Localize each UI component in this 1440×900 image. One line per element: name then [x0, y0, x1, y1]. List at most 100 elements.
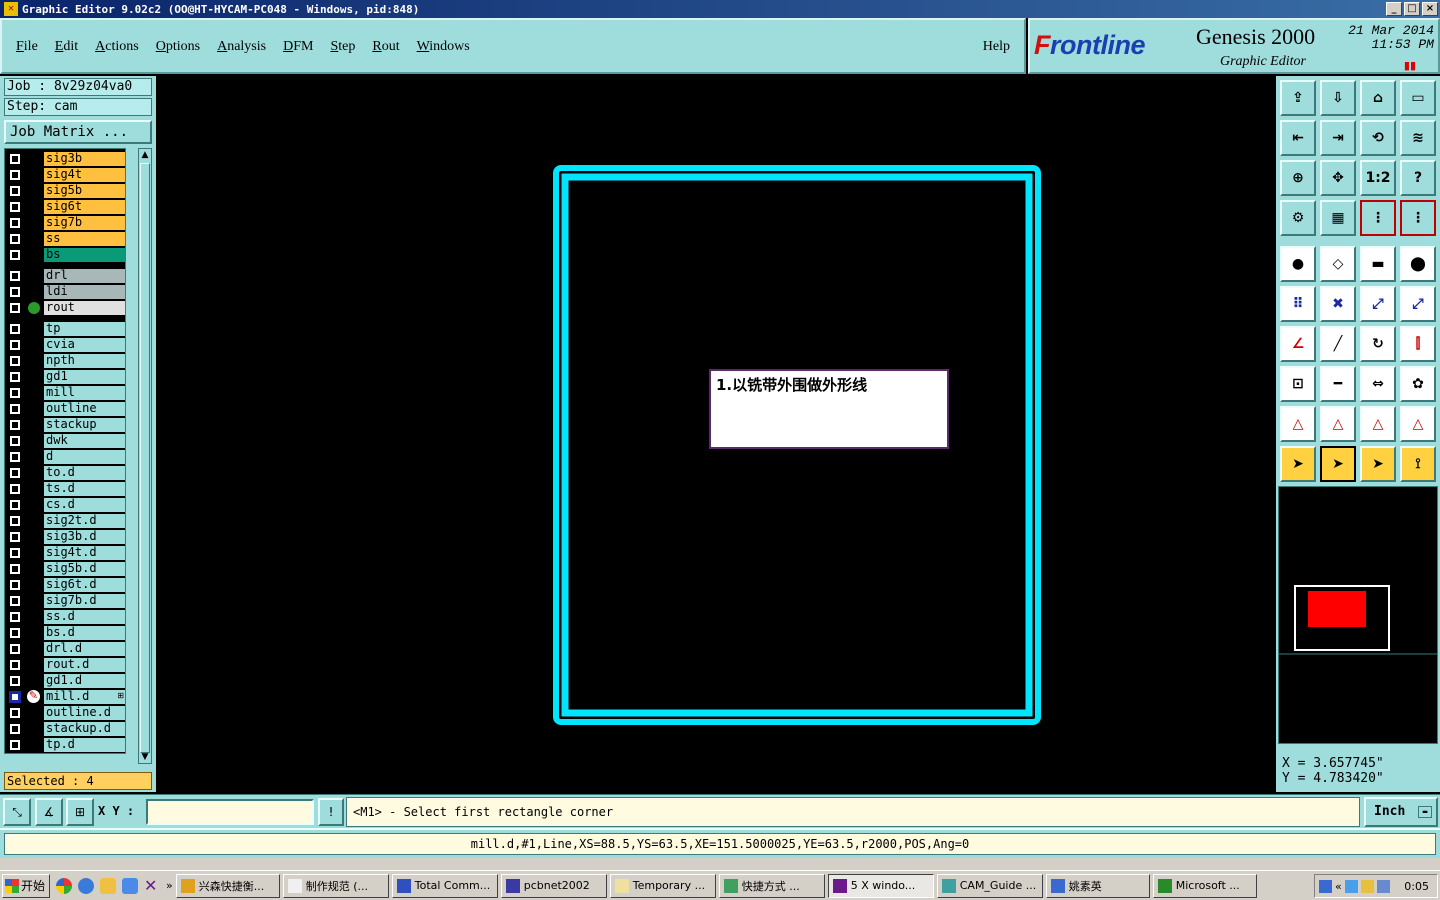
- layer-checkbox[interactable]: [10, 233, 20, 244]
- measure-icon[interactable]: ⇔: [1360, 366, 1396, 402]
- graphic-canvas[interactable]: 1.以铣带外围做外形线: [156, 76, 1276, 792]
- tray-volume-icon[interactable]: [1360, 879, 1374, 893]
- layer-checkbox[interactable]: [10, 643, 20, 654]
- snapshot-icon[interactable]: ⇪: [1280, 80, 1316, 116]
- menu-file[interactable]: File: [16, 39, 38, 55]
- layer-checkbox[interactable]: [10, 249, 20, 260]
- maximize-button[interactable]: □: [1404, 2, 1420, 16]
- select-icon[interactable]: ➤: [1280, 446, 1316, 482]
- layer-row-ts.d[interactable]: ts.d: [7, 481, 125, 496]
- layer-checkbox[interactable]: [10, 435, 20, 446]
- features-icon[interactable]: ⊡: [1280, 366, 1316, 402]
- add-point-icon[interactable]: ⤢: [1400, 286, 1436, 322]
- layer-row-mill.d[interactable]: ✎ mill.d ⊞: [7, 689, 125, 704]
- layer-row-stackup.d[interactable]: stackup.d: [7, 721, 125, 736]
- triangle-c-icon[interactable]: △: [1360, 406, 1396, 442]
- prev-icon[interactable]: ⇤: [1280, 120, 1316, 156]
- undo-zoom-icon[interactable]: ⟲: [1360, 120, 1396, 156]
- mirror-icon[interactable]: ⫿: [1400, 326, 1436, 362]
- layer-checkbox[interactable]: [10, 675, 20, 686]
- layer-row-ss.d[interactable]: ss.d: [7, 609, 125, 624]
- clock-icon[interactable]: [100, 877, 116, 894]
- grid-snap-icon[interactable]: ⊞: [66, 798, 94, 826]
- pause-icon[interactable]: ▮▮: [1404, 59, 1416, 72]
- layer-checkbox[interactable]: [10, 579, 20, 590]
- window-icon[interactable]: ▭: [1400, 80, 1436, 116]
- triangle-b-icon[interactable]: △: [1320, 406, 1356, 442]
- layer-row-ss[interactable]: ss: [7, 231, 125, 246]
- home-icon[interactable]: ⌂: [1360, 80, 1396, 116]
- layer-row-tp[interactable]: tp: [7, 321, 125, 336]
- select-box-icon[interactable]: ➤: [1360, 446, 1396, 482]
- zoom-fit-icon[interactable]: ⊕: [1280, 160, 1316, 196]
- layer-row-sig7b.d[interactable]: sig7b.d: [7, 593, 125, 608]
- start-button[interactable]: 开始: [2, 873, 50, 898]
- ie-icon[interactable]: [78, 877, 94, 894]
- line-icon[interactable]: ╱: [1320, 326, 1356, 362]
- scroll-down-icon[interactable]: ▼: [139, 751, 151, 763]
- layer-checkbox[interactable]: [10, 217, 20, 228]
- alert-icon[interactable]: !: [318, 798, 344, 826]
- layer-row-sig2t.d[interactable]: sig2t.d: [7, 513, 125, 528]
- close-button[interactable]: ×: [1422, 2, 1438, 16]
- x-icon[interactable]: ✕: [144, 877, 160, 894]
- layer-row-bs.d[interactable]: bs.d: [7, 625, 125, 640]
- layer-row-sig3b.d[interactable]: sig3b.d: [7, 529, 125, 544]
- layer-row-rout[interactable]: rout: [7, 300, 125, 315]
- menu-actions[interactable]: Actions: [95, 39, 139, 55]
- ruler-icon[interactable]: ▬: [1360, 246, 1396, 282]
- task-button[interactable]: Microsoft ...: [1152, 873, 1257, 898]
- layer-checkbox[interactable]: [10, 563, 20, 574]
- menu-dfm[interactable]: DFM: [283, 39, 313, 55]
- layer-checkbox[interactable]: [10, 467, 20, 478]
- delete-icon[interactable]: ✖: [1320, 286, 1356, 322]
- select-active-icon[interactable]: ➤: [1320, 446, 1356, 482]
- layer-row-ldi[interactable]: ldi: [7, 284, 125, 299]
- pad-icon[interactable]: ●: [1280, 246, 1316, 282]
- job-matrix-button[interactable]: Job Matrix ...: [4, 120, 152, 144]
- layer-checkbox[interactable]: [10, 515, 20, 526]
- ie2-icon[interactable]: [122, 877, 138, 894]
- layer-row-bs[interactable]: bs: [7, 247, 125, 262]
- overview-map[interactable]: [1278, 486, 1438, 744]
- layer-row-sig4t[interactable]: sig4t: [7, 167, 125, 182]
- layer-row-cvia[interactable]: cvia: [7, 337, 125, 352]
- layer-row-sig6t.d[interactable]: sig6t.d: [7, 577, 125, 592]
- route-icon[interactable]: ⟟: [1400, 446, 1436, 482]
- layer-row-tp.d[interactable]: tp.d: [7, 737, 125, 752]
- dropdown-icon[interactable]: ▬: [1418, 806, 1432, 818]
- layer-row-drl.d[interactable]: drl.d: [7, 641, 125, 656]
- quicklaunch-icon[interactable]: [56, 877, 72, 894]
- scroll-thumb[interactable]: [140, 163, 150, 753]
- layer-checkbox[interactable]: [10, 499, 20, 510]
- layer-row-outline.d[interactable]: outline.d: [7, 705, 125, 720]
- layer-row-mill[interactable]: mill: [7, 385, 125, 400]
- layer-checkbox[interactable]: [10, 531, 20, 542]
- round-pad-icon[interactable]: ⬤: [1400, 246, 1436, 282]
- snap-icon[interactable]: ⤡: [3, 798, 31, 826]
- task-button[interactable]: 快捷方式 ...: [718, 873, 825, 898]
- layer-row-rout.d[interactable]: rout.d: [7, 657, 125, 672]
- layer-row-gd1[interactable]: gd1: [7, 369, 125, 384]
- task-button[interactable]: pcbnet2002: [500, 873, 607, 898]
- menu-edit[interactable]: Edit: [55, 39, 78, 55]
- unit-selector[interactable]: Inch ▬: [1364, 797, 1438, 827]
- menu-help[interactable]: Help: [983, 39, 1010, 55]
- menu-step[interactable]: Step: [330, 39, 355, 55]
- layer-checkbox[interactable]: [10, 270, 20, 281]
- layer-row-gd1.d[interactable]: gd1.d: [7, 673, 125, 688]
- layer-row-outline[interactable]: outline: [7, 401, 125, 416]
- layer-compare-icon[interactable]: ⋮: [1360, 200, 1396, 236]
- redraw-icon[interactable]: ≋: [1400, 120, 1436, 156]
- layer-checkbox[interactable]: [10, 547, 20, 558]
- menu-analysis[interactable]: Analysis: [217, 39, 266, 55]
- xy-input[interactable]: [146, 799, 314, 825]
- angle-snap-icon[interactable]: ∡: [35, 798, 63, 826]
- layer-checkbox[interactable]: [10, 153, 20, 164]
- tools-icon[interactable]: ⚙: [1280, 200, 1316, 236]
- layer-checkbox[interactable]: [10, 201, 20, 212]
- layer-row-sig5b[interactable]: sig5b: [7, 183, 125, 198]
- scroll-up-icon[interactable]: ▲: [139, 149, 151, 161]
- note-box[interactable]: 1.以铣带外围做外形线: [709, 369, 949, 449]
- layer-checkbox[interactable]: [10, 707, 20, 718]
